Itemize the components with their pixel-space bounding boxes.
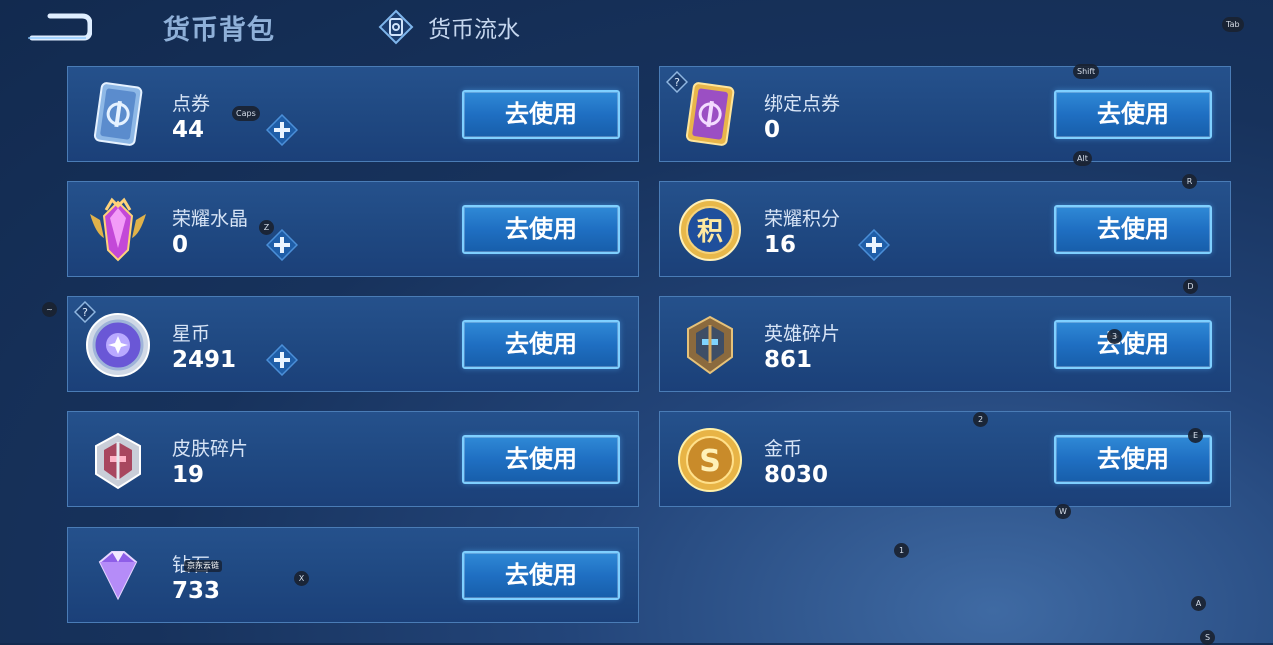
use-button[interactable]: 去使用 <box>462 551 620 600</box>
add-icon[interactable] <box>266 229 298 261</box>
add-icon[interactable] <box>266 114 298 146</box>
currency-name: 荣耀水晶 <box>172 208 249 230</box>
key-hint-badge: Shift <box>1073 64 1100 79</box>
star-coin-icon <box>86 313 150 377</box>
key-hint-badge: Z <box>259 220 274 235</box>
currency-card-glory-crystal: 荣耀水晶 0 去使用 <box>67 181 639 277</box>
use-button[interactable]: 去使用 <box>462 205 620 254</box>
use-button[interactable]: 去使用 <box>1054 205 1212 254</box>
key-hint-badge: ~ <box>42 302 57 317</box>
currency-amount: 0 <box>172 232 189 258</box>
currency-card-skin-fragment: 皮肤碎片 19 去使用 <box>67 411 639 507</box>
coupon-card-icon <box>93 82 143 146</box>
use-button[interactable]: 去使用 <box>1054 435 1212 484</box>
svg-text:S: S <box>699 444 721 479</box>
currency-card-coupon: 点券 44 去使用 <box>67 66 639 162</box>
currency-card-gold-coin: S 金币 8030 去使用 <box>659 411 1231 507</box>
header: 货币背包 货币流水 <box>0 0 1273 55</box>
currency-card-bound-coupon: ? 绑定点券 0 去使用 <box>659 66 1231 162</box>
key-hint-badge: D <box>1183 279 1198 294</box>
gold-coin-icon: S <box>678 428 742 492</box>
key-hint-badge: A <box>1191 596 1206 611</box>
key-hint-badge: R <box>1182 174 1197 189</box>
key-hint-badge: Tab <box>1222 17 1244 32</box>
key-hint-badge: Caps <box>232 106 260 121</box>
currency-name: 皮肤碎片 <box>172 438 249 460</box>
key-hint-badge: 1 <box>894 543 909 558</box>
currency-card-glory-points: 积 荣耀积分 16 去使用 <box>659 181 1231 277</box>
currency-amount: 16 <box>764 232 797 258</box>
currency-flow-tab[interactable]: 货币流水 <box>378 8 520 46</box>
svg-text:积: 积 <box>697 217 723 247</box>
currency-name: 荣耀积分 <box>764 208 841 230</box>
currency-amount: 8030 <box>764 462 829 488</box>
currency-name: 绑定点券 <box>764 93 841 115</box>
currency-name: 金币 <box>764 438 803 460</box>
currency-card-diamond: 钻石 733 去使用 <box>67 527 639 623</box>
key-hint-badge: 2 <box>973 412 988 427</box>
page-title: 货币背包 <box>163 15 275 46</box>
glory-crystal-icon <box>90 197 146 262</box>
use-button[interactable]: 去使用 <box>1054 320 1212 369</box>
bound-coupon-card-icon <box>685 82 735 146</box>
currency-amount: 861 <box>764 347 813 373</box>
currency-flow-label: 货币流水 <box>428 17 520 43</box>
currency-name: 星币 <box>172 323 211 345</box>
currency-name: 英雄碎片 <box>764 323 841 345</box>
key-hint-badge: W <box>1055 504 1071 519</box>
currency-amount: 0 <box>764 117 781 143</box>
key-hint-badge: X <box>294 571 309 586</box>
glory-points-icon: 积 <box>679 199 741 261</box>
currency-amount: 2491 <box>172 347 237 373</box>
currency-amount: 44 <box>172 117 205 143</box>
key-hint-badge: Alt <box>1073 151 1092 166</box>
use-button[interactable]: 去使用 <box>1054 90 1212 139</box>
key-hint-badge: 3 <box>1107 329 1122 344</box>
currency-amount: 19 <box>172 462 205 488</box>
hero-fragment-icon <box>687 315 733 375</box>
use-button[interactable]: 去使用 <box>462 320 620 369</box>
currency-flow-icon <box>378 9 414 45</box>
use-button[interactable]: 去使用 <box>462 435 620 484</box>
currency-card-hero-fragment: 英雄碎片 861 去使用 <box>659 296 1231 392</box>
skin-fragment-icon <box>95 432 141 490</box>
currency-card-star-coin: ? 星币 2491 去使用 <box>67 296 639 392</box>
back-arrow-icon[interactable] <box>24 10 92 44</box>
currency-amount: 733 <box>172 578 221 604</box>
add-icon[interactable] <box>266 344 298 376</box>
add-icon[interactable] <box>858 229 890 261</box>
currency-name: 点券 <box>172 93 211 115</box>
use-button[interactable]: 去使用 <box>462 90 620 139</box>
diamond-icon <box>98 551 138 601</box>
tooltip: 京东云链 <box>184 560 222 572</box>
key-hint-badge: E <box>1188 428 1203 443</box>
